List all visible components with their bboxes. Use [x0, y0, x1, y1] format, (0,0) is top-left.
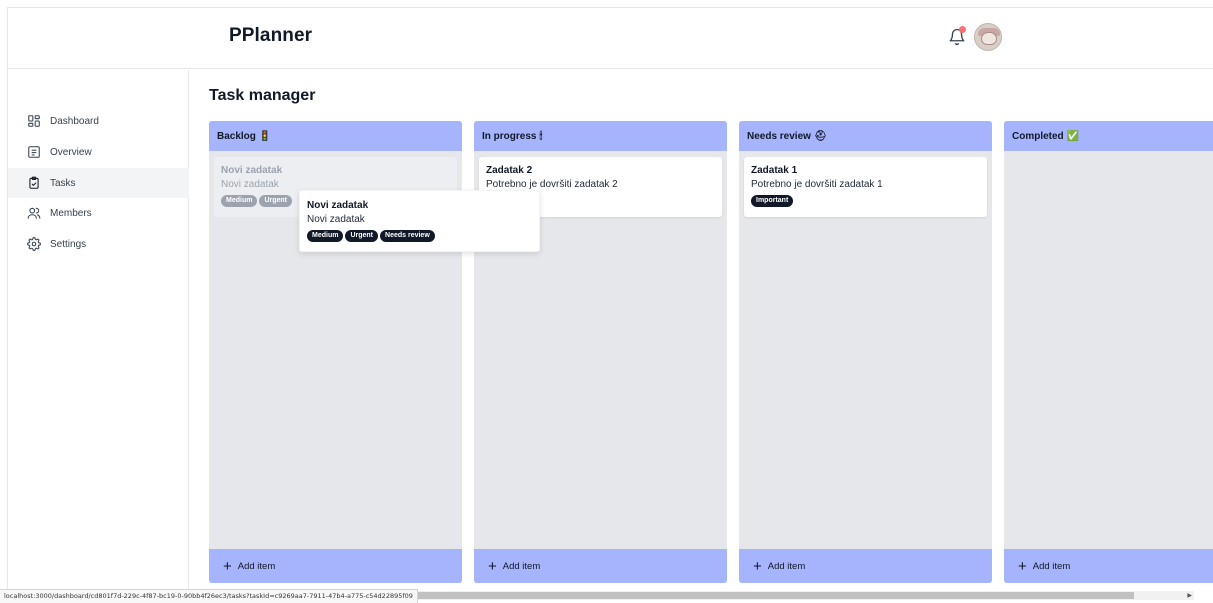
tag-badge: Medium — [307, 230, 344, 242]
sidebar-item-dashboard[interactable]: Dashboard — [8, 106, 189, 136]
card-description: Potrebno je dovršiti zadatak 2 — [486, 179, 618, 190]
add-item-label: Add item — [237, 560, 276, 572]
sidebar-item-label: Dashboard — [50, 115, 99, 127]
avatar[interactable] — [974, 23, 1002, 51]
sidebar-item-label: Members — [50, 207, 92, 219]
dashboard-icon — [28, 115, 40, 127]
column-header: In progress 🕯 — [474, 121, 727, 151]
column-header: Backlog 🚦 — [209, 121, 462, 151]
plus-icon: + — [753, 557, 762, 575]
add-item-button[interactable]: + Add item — [209, 549, 462, 583]
add-item-label: Add item — [1032, 560, 1071, 572]
traffic-light-icon: 🚦 — [258, 130, 272, 142]
card-description: Novi zadatak — [307, 214, 365, 225]
sidebar-item-members[interactable]: Members — [8, 198, 189, 228]
top-bar: PPlanner — [8, 8, 1213, 69]
sidebar: Dashboard Overview Tasks Members Setting… — [8, 70, 189, 603]
tag-badge: Important — [751, 195, 794, 207]
card-description: Potrebno je dovršiti zadatak 1 — [751, 179, 883, 190]
card-tags: Important — [751, 195, 980, 207]
add-item-label: Add item — [502, 560, 541, 572]
add-item-label: Add item — [767, 560, 806, 572]
notification-dot — [959, 26, 966, 33]
card-tags: Medium Urgent Needs review — [307, 230, 532, 242]
page-title: Task manager — [209, 87, 316, 104]
plus-icon: + — [1018, 557, 1027, 575]
sidebar-item-overview[interactable]: Overview — [8, 137, 189, 167]
sidebar-item-label: Tasks — [50, 177, 76, 189]
task-card[interactable]: Zadatak 1 Potrebno je dovršiti zadatak 1… — [744, 157, 987, 217]
tag-badge: Needs review — [380, 230, 435, 242]
sidebar-item-settings[interactable]: Settings — [8, 229, 189, 259]
column-title: Backlog — [217, 130, 256, 142]
plus-icon: + — [223, 557, 232, 575]
sidebar-item-label: Overview — [50, 146, 92, 158]
add-item-button[interactable]: + Add item — [1004, 549, 1213, 583]
column-header: Needs review ⛑ — [739, 121, 992, 151]
main-content: Task manager Backlog 🚦 Novi zadatak Novi… — [190, 70, 1213, 603]
card-title: Novi zadatak — [307, 200, 369, 211]
dragging-task-card[interactable]: Novi zadatak Novi zadatak Medium Urgent … — [299, 190, 540, 252]
tag-badge: Urgent — [345, 230, 379, 242]
column-title: Completed — [1012, 130, 1064, 142]
scroll-right-icon[interactable]: ▶ — [1187, 592, 1192, 599]
column-title: In progress — [482, 130, 537, 142]
helmet-icon: ⛑ — [813, 130, 827, 142]
card-title: Zadatak 1 — [751, 165, 798, 176]
tag-badge: Medium — [221, 195, 258, 207]
tag-badge: Urgent — [259, 195, 293, 207]
app-window: PPlanner Dashboard Overview Tasks Member… — [7, 7, 1213, 603]
column-title: Needs review — [747, 130, 811, 142]
add-item-button[interactable]: + Add item — [474, 549, 727, 583]
plus-icon: + — [488, 557, 497, 575]
card-title: Zadatak 2 — [486, 165, 533, 176]
add-item-button[interactable]: + Add item — [739, 549, 992, 583]
members-icon — [27, 207, 41, 219]
card-title: Novi zadatak — [221, 165, 283, 176]
column-header: Completed ✅ — [1004, 121, 1213, 151]
sidebar-item-tasks[interactable]: Tasks — [8, 168, 189, 198]
sidebar-item-label: Settings — [50, 238, 87, 250]
candle-icon: 🕯 — [539, 130, 543, 142]
link-status-bar: localhost:3000/dashboard/cd801f7d-229c-4… — [0, 589, 418, 603]
column-completed: Completed ✅ + Add item — [1004, 121, 1213, 583]
column-needs-review: Needs review ⛑ Zadatak 1 Potrebno je dov… — [739, 121, 992, 583]
card-description: Novi zadatak — [221, 179, 279, 190]
tasks-icon — [29, 176, 39, 189]
settings-icon — [27, 237, 41, 251]
overview-icon — [28, 146, 40, 158]
brand-title: PPlanner — [229, 25, 313, 46]
check-mark-icon: ✅ — [1066, 130, 1080, 142]
